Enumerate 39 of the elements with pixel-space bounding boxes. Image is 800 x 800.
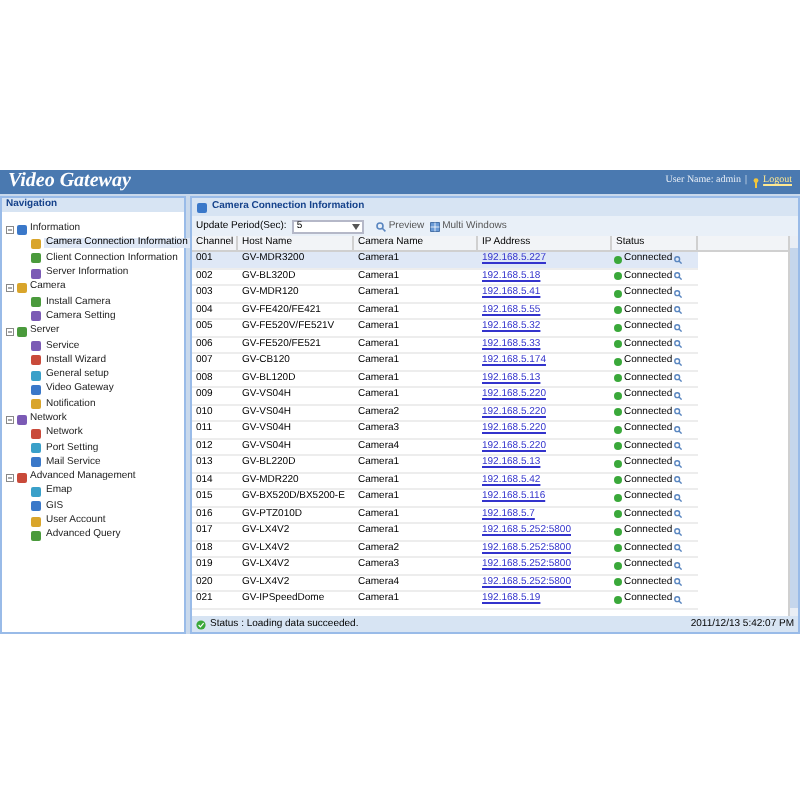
search-icon[interactable] xyxy=(674,595,683,604)
key-icon xyxy=(751,177,760,187)
check-icon xyxy=(196,619,206,629)
search-icon[interactable] xyxy=(674,340,683,349)
search-icon[interactable] xyxy=(674,255,683,264)
search-icon xyxy=(376,221,387,231)
group-icon xyxy=(16,471,28,484)
collapse-icon[interactable] xyxy=(6,327,14,336)
grid-icon xyxy=(430,221,441,231)
search-icon[interactable] xyxy=(674,272,683,281)
search-icon[interactable] xyxy=(674,323,683,332)
search-icon[interactable] xyxy=(674,578,683,587)
search-icon[interactable] xyxy=(674,544,683,553)
search-icon[interactable] xyxy=(674,442,683,451)
search-icon[interactable] xyxy=(674,357,683,366)
search-icon[interactable] xyxy=(674,527,683,536)
search-icon[interactable] xyxy=(674,425,683,434)
collapse-icon[interactable] xyxy=(6,283,14,292)
search-icon[interactable] xyxy=(674,306,683,315)
collapse-icon[interactable] xyxy=(6,225,14,234)
dropdown-arrow-icon[interactable] xyxy=(352,223,361,229)
search-icon[interactable] xyxy=(674,374,683,383)
search-icon[interactable] xyxy=(674,510,683,519)
scrollbar[interactable] xyxy=(788,236,798,616)
search-icon[interactable] xyxy=(674,391,683,400)
search-icon[interactable] xyxy=(674,289,683,298)
group-icon xyxy=(16,223,28,236)
app-title: Video Gateway xyxy=(8,172,131,192)
search-icon[interactable] xyxy=(674,493,683,502)
collapse-icon[interactable] xyxy=(6,415,14,423)
group-icon xyxy=(16,325,28,338)
search-icon[interactable] xyxy=(674,476,683,485)
group-icon xyxy=(16,281,28,294)
search-icon[interactable] xyxy=(674,459,683,468)
panel-icon xyxy=(196,201,208,213)
search-icon[interactable] xyxy=(674,408,683,417)
search-icon[interactable] xyxy=(674,561,683,570)
group-icon xyxy=(16,413,28,425)
collapse-icon[interactable] xyxy=(6,473,14,482)
